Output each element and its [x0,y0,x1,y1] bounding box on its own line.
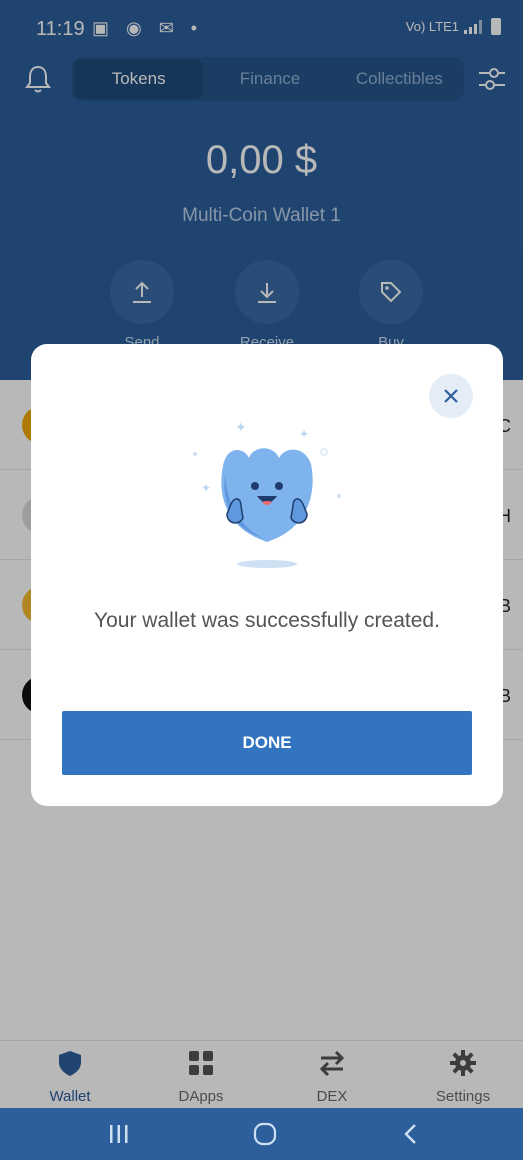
svg-text:✦: ✦ [201,481,211,495]
recent-apps-icon[interactable] [108,1124,130,1144]
wallet-created-dialog: ✦ ✦ ✦ Your wallet was successfully creat… [31,344,503,806]
close-button[interactable] [429,374,473,418]
back-icon[interactable] [402,1123,418,1145]
system-nav-bar [0,1108,523,1160]
svg-text:✦: ✦ [299,427,309,441]
app-root: 11:19 ▣ ◉ ✉ • Vo) LTE1 Tokens Finance Co… [0,0,523,1160]
success-message: Your wallet was successfully created. [94,609,440,632]
close-icon [444,389,458,403]
done-button[interactable]: DONE [62,711,472,775]
home-icon[interactable] [253,1122,277,1146]
svg-text:✦: ✦ [235,420,247,436]
happy-shield-illustration: ✦ ✦ ✦ [193,420,341,568]
